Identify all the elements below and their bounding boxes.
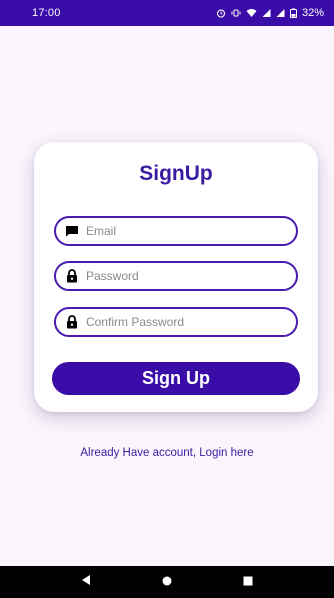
login-link[interactable]: Already Have account, Login here xyxy=(0,447,334,459)
status-icons: 32% xyxy=(216,7,324,19)
recents-icon xyxy=(243,573,253,591)
password-input[interactable] xyxy=(86,269,276,283)
confirm-password-input[interactable] xyxy=(86,315,276,329)
home-button[interactable] xyxy=(147,568,187,596)
home-icon xyxy=(162,573,172,591)
confirm-password-field[interactable] xyxy=(54,307,298,337)
status-bar: 17:00 32% xyxy=(0,0,334,26)
back-icon xyxy=(80,573,92,591)
lock-icon xyxy=(64,314,80,330)
email-input[interactable] xyxy=(86,224,276,238)
wifi-icon xyxy=(246,8,257,18)
battery-icon xyxy=(289,8,297,18)
lock-icon xyxy=(64,268,80,284)
status-time: 17:00 xyxy=(32,7,61,19)
signup-button[interactable]: Sign Up xyxy=(52,362,300,395)
signup-card: SignUp Sign Up xyxy=(34,142,318,412)
page-title: SignUp xyxy=(139,162,213,185)
navigation-bar xyxy=(0,566,334,598)
vibrate-icon xyxy=(231,8,241,18)
password-field[interactable] xyxy=(54,261,298,291)
alarm-icon xyxy=(216,8,226,18)
signal-icon xyxy=(276,8,285,18)
email-field[interactable] xyxy=(54,216,298,246)
back-button[interactable] xyxy=(66,568,106,596)
battery-percent: 32% xyxy=(301,7,324,19)
email-icon xyxy=(64,223,80,239)
signal-icon xyxy=(262,8,271,18)
recents-button[interactable] xyxy=(228,568,268,596)
